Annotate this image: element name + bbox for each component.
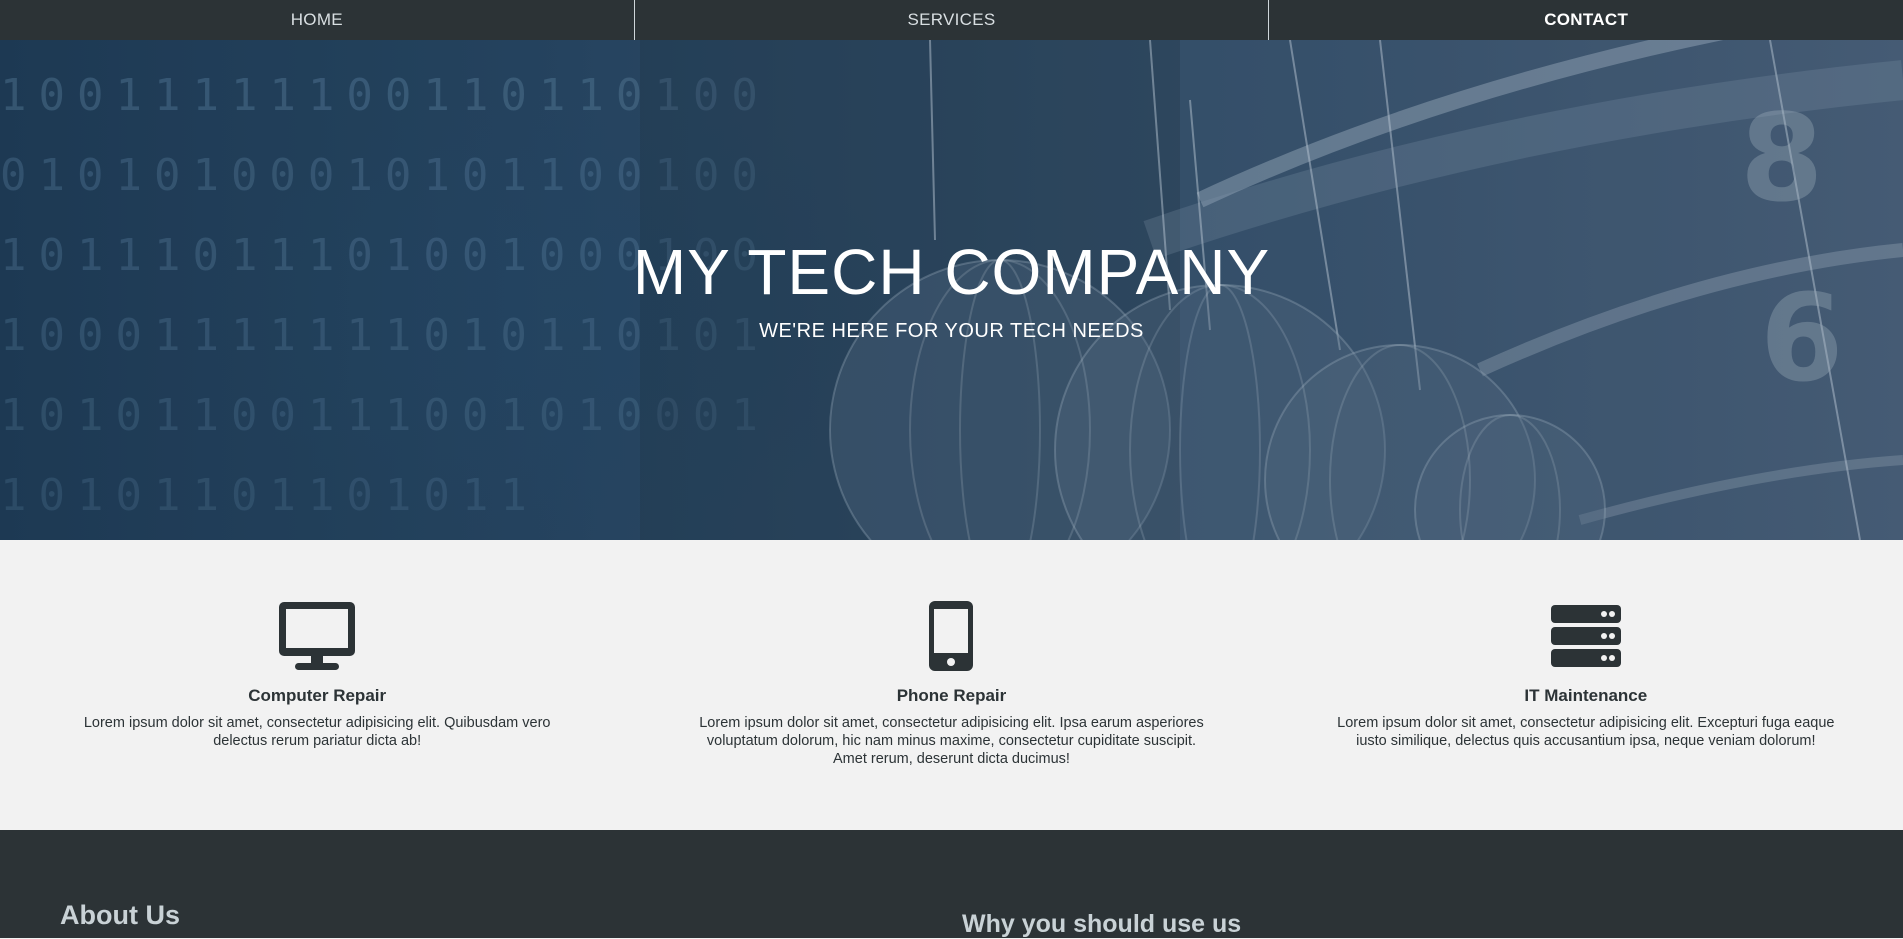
nav-services-link[interactable]: SERVICES xyxy=(635,0,1270,40)
service-title: IT Maintenance xyxy=(1524,686,1648,705)
service-title: Phone Repair xyxy=(896,686,1007,705)
hero-banner: 10011111100110110100 0101010001010110010… xyxy=(0,40,1903,540)
nav-home-link[interactable]: HOME xyxy=(0,0,635,40)
service-description: Lorem ipsum dolor sit amet, consectetur … xyxy=(83,715,551,749)
nav-contact-link[interactable]: CONTACT xyxy=(1269,0,1903,40)
why-use-us-heading: Why you should use us xyxy=(962,910,1242,938)
about-us-heading: About Us xyxy=(60,900,180,930)
hero-subtitle: WE'RE HERE FOR YOUR TECH NEEDS xyxy=(759,320,1144,342)
service-description: Lorem ipsum dolor sit amet, consectetur … xyxy=(1337,715,1835,749)
services-section: Computer Repair Lorem ipsum dolor sit am… xyxy=(0,540,1903,830)
server-icon xyxy=(1550,600,1622,672)
top-navbar: HOME SERVICES CONTACT xyxy=(0,0,1903,40)
service-it-maintenance: IT Maintenance Lorem ipsum dolor sit ame… xyxy=(1269,540,1903,830)
mobile-phone-icon xyxy=(928,600,974,672)
service-computer-repair: Computer Repair Lorem ipsum dolor sit am… xyxy=(0,540,634,830)
desktop-icon xyxy=(277,600,357,672)
footer-section: About Us Why you should use us xyxy=(0,830,1903,938)
hero-title: MY TECH COMPANY xyxy=(632,236,1271,308)
service-title: Computer Repair xyxy=(248,686,387,705)
service-description: Lorem ipsum dolor sit amet, consectetur … xyxy=(699,715,1204,767)
service-phone-repair: Phone Repair Lorem ipsum dolor sit amet,… xyxy=(634,540,1268,830)
